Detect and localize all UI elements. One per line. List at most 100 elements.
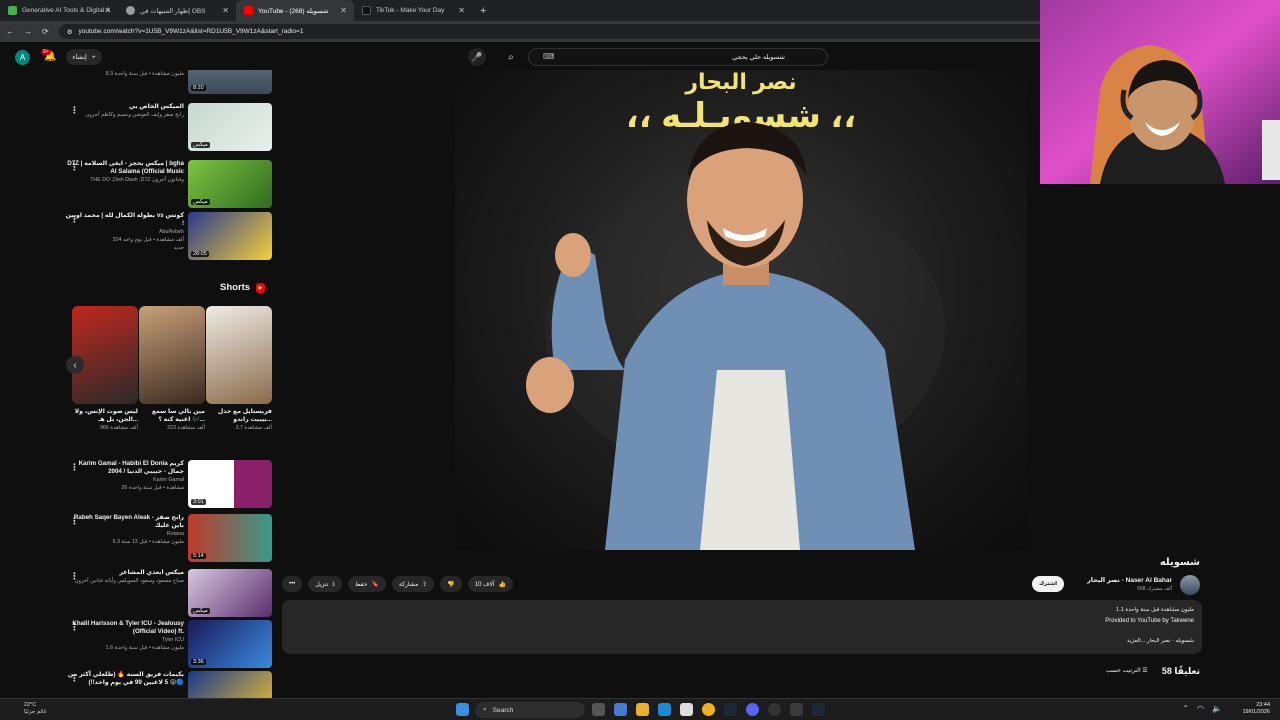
video-actions: ••• تنزيل ⤓ حفظ 🔖 مشاركة ⇪ 👎 10 آلاف 👍 (282, 575, 513, 593)
notification-count-badge: 9+ (41, 49, 51, 55)
singer-image (526, 122, 945, 550)
obs-icon[interactable] (768, 703, 781, 716)
site-info-icon[interactable]: ⚙ (67, 28, 73, 36)
start-icon[interactable] (456, 703, 469, 716)
forward-icon[interactable]: → (24, 27, 32, 36)
tiktok-favicon-icon (362, 6, 371, 15)
chevron-up-icon[interactable]: ⌃ (1182, 704, 1189, 713)
channel-name[interactable]: نصر البحار - Naser Al Bahar (1087, 576, 1172, 584)
create-button[interactable]: إنشاء + (66, 49, 102, 65)
close-tab-icon[interactable]: ✕ (104, 6, 111, 15)
windows-taskbar: 22°C غائم جزئيًا ⌕ Search ⌃ ◠ 🔈 23:44 19/01/2… (0, 698, 1280, 720)
video-thumbnail[interactable]: x5 (188, 671, 272, 698)
dislike-button[interactable]: 👎 (440, 576, 462, 592)
share-icon: ⇪ (422, 581, 428, 588)
app-icon[interactable] (680, 703, 693, 716)
chrome-icon[interactable] (702, 703, 715, 716)
task-view-icon[interactable] (592, 703, 605, 716)
share-button[interactable]: مشاركة ⇪ (391, 576, 435, 592)
thumbs-up-icon: 👍 (498, 581, 506, 588)
voice-search-icon[interactable]: 🎤 (468, 48, 486, 66)
reload-icon[interactable]: ⟳ (42, 27, 49, 36)
search-input[interactable]: ⌨ شسويله حلي يحجي (528, 48, 828, 66)
more-actions-button[interactable]: ••• (282, 576, 303, 592)
video-thumbnail[interactable]: 3:01 (188, 460, 272, 508)
video-thumbnail[interactable]: ميكس (188, 160, 272, 208)
video-player[interactable]: نصر البحار ،، شسويـلـه ،، (455, 70, 1027, 550)
channel-avatar[interactable] (1180, 575, 1200, 595)
close-tab-icon[interactable]: ✕ (222, 6, 229, 15)
shorts-header: Shorts ▶ (220, 282, 266, 293)
video-thumbnail[interactable]: 5:14 (188, 514, 272, 562)
browser-tab[interactable]: Generative AI Tools & Digital A ✕ (0, 0, 118, 21)
video-thumbnail[interactable]: 8:20 (188, 70, 272, 94)
discord-icon[interactable] (746, 703, 759, 716)
app-icon[interactable] (812, 703, 825, 716)
video-thumbnail[interactable]: ميكس (188, 103, 272, 151)
list-item[interactable]: ⋮ ميكس ميكس ابعدي المشاعر صباح مسعود وسعو… (60, 569, 278, 619)
url-field[interactable]: ⚙ youtube.com/watch?v=1U5B_V9W1zA&list=RD… (58, 24, 1049, 39)
thumbs-down-icon: 👎 (447, 581, 455, 588)
short-thumbnail[interactable] (206, 306, 272, 404)
browser-tab[interactable]: إظهار التنبيهات في OBS ✕ (118, 0, 236, 21)
download-button[interactable]: تنزيل ⤓ (308, 576, 342, 592)
shorts-logo-icon: ▶ (256, 282, 266, 293)
related-videos-sidebar: 8:20 8.3 مليون مشاهدة • قبل سنة واحدة ⋮ … (60, 70, 278, 698)
edge-icon[interactable] (658, 703, 671, 716)
short-thumbnail[interactable] (139, 306, 205, 404)
list-item[interactable]: ⋮ 3:01 Karim Gamal - Habibi El Donia كري… (60, 460, 278, 510)
system-tray[interactable]: ⌃ ◠ 🔈 (1182, 704, 1222, 713)
short-info[interactable]: فريستايل مع حدل بيبيت راندو... 3.7 ألف مش… (206, 408, 272, 432)
close-tab-icon[interactable]: ✕ (340, 6, 347, 15)
back-icon[interactable]: ← (6, 27, 14, 36)
list-item[interactable]: ⋮ 5:14 Rabeh Saqer Bayen Aleak رابح صقر … (60, 514, 278, 564)
save-button[interactable]: حفظ 🔖 (347, 576, 386, 592)
download-icon: ⤓ (332, 580, 335, 587)
wifi-icon[interactable]: ◠ (1197, 704, 1204, 713)
new-tab-icon[interactable]: + (480, 5, 486, 17)
app-icon[interactable] (790, 703, 803, 716)
short-info[interactable]: ليس صوت الإنس، ولا الجن، بل هـ... 966 ألف… (72, 408, 138, 432)
browser-tab-active[interactable]: YouTube - شسويله (268) ✕ (236, 0, 354, 21)
list-item[interactable]: ⋮ 3:36 Khalil Harisson & Tyler ICU - Jea… (60, 620, 278, 670)
subscribe-button[interactable]: اشترك (1032, 576, 1064, 592)
clock[interactable]: 23:44 19/01/2026 (1242, 702, 1270, 716)
tab-favicon-icon (8, 6, 17, 15)
app-icon[interactable] (614, 703, 627, 716)
weather-widget[interactable]: 22°C غائم جزئيًا (6, 702, 47, 716)
volume-icon[interactable]: 🔈 (1212, 704, 1222, 713)
video-thumbnail[interactable]: 3:36 (188, 620, 272, 668)
new-badge: جديد (173, 245, 184, 251)
video-title: شسويله (1159, 557, 1200, 568)
video-thumbnail[interactable]: ميكس (188, 569, 272, 617)
taskbar-search[interactable]: ⌕ Search (475, 702, 585, 718)
video-thumbnail[interactable]: 28:05 (188, 212, 272, 260)
list-item[interactable]: ⋮ 28:05 بطولة الكمال لله | محمد اوبين vs… (60, 212, 278, 262)
short-thumbnail[interactable] (72, 306, 138, 404)
webcam-overlay (1040, 0, 1280, 184)
youtube-favicon-icon (244, 6, 253, 15)
file-explorer-icon[interactable] (636, 703, 649, 716)
avatar[interactable]: A (15, 50, 30, 65)
chevron-left-icon[interactable]: ‹ (66, 356, 84, 374)
close-tab-icon[interactable]: ✕ (458, 6, 465, 15)
channel-info: اشترك نصر البحار - Naser Al Bahar 568 أل… (1030, 574, 1202, 596)
list-item[interactable]: ⋮ x5 بكيمات فريق السنة 🔥 (طلعلي أكثر من … (60, 671, 278, 698)
streamer-image (1040, 0, 1280, 184)
sort-by-button[interactable]: الترتيب حسب ☰ (1106, 667, 1148, 674)
search-icon: ⌕ (483, 706, 487, 713)
subscriber-count: 568 ألف مشترك (1137, 586, 1172, 592)
browser-tab[interactable]: TikTok - Make Your Day ✕ (354, 0, 472, 21)
list-item[interactable]: 8:20 8.3 مليون مشاهدة • قبل سنة واحدة (60, 70, 278, 94)
like-button[interactable]: 10 آلاف 👍 (467, 576, 513, 592)
keyboard-icon[interactable]: ⌨ (543, 52, 555, 61)
list-item[interactable]: ⋮ ميكس D7Z | ميكس بحجز - ابغى السلامة | … (60, 160, 278, 210)
list-item[interactable]: ⋮ ميكس الميكس الخاص بي رابح صقر وإيف العو… (60, 103, 278, 153)
search-icon[interactable]: ⌕ (500, 48, 522, 66)
plus-icon: + (91, 53, 96, 61)
steam-icon[interactable] (724, 703, 737, 716)
bookmark-icon: 🔖 (371, 581, 379, 588)
sort-icon: ☰ (1142, 668, 1148, 674)
video-description[interactable]: 1.1 مليون مشاهدة قبل سنة واحدة Provided … (282, 600, 1202, 654)
short-info[interactable]: مين بالي سا سمع اغنية كنة ؟ 🎶... 223 ألف … (139, 408, 205, 432)
